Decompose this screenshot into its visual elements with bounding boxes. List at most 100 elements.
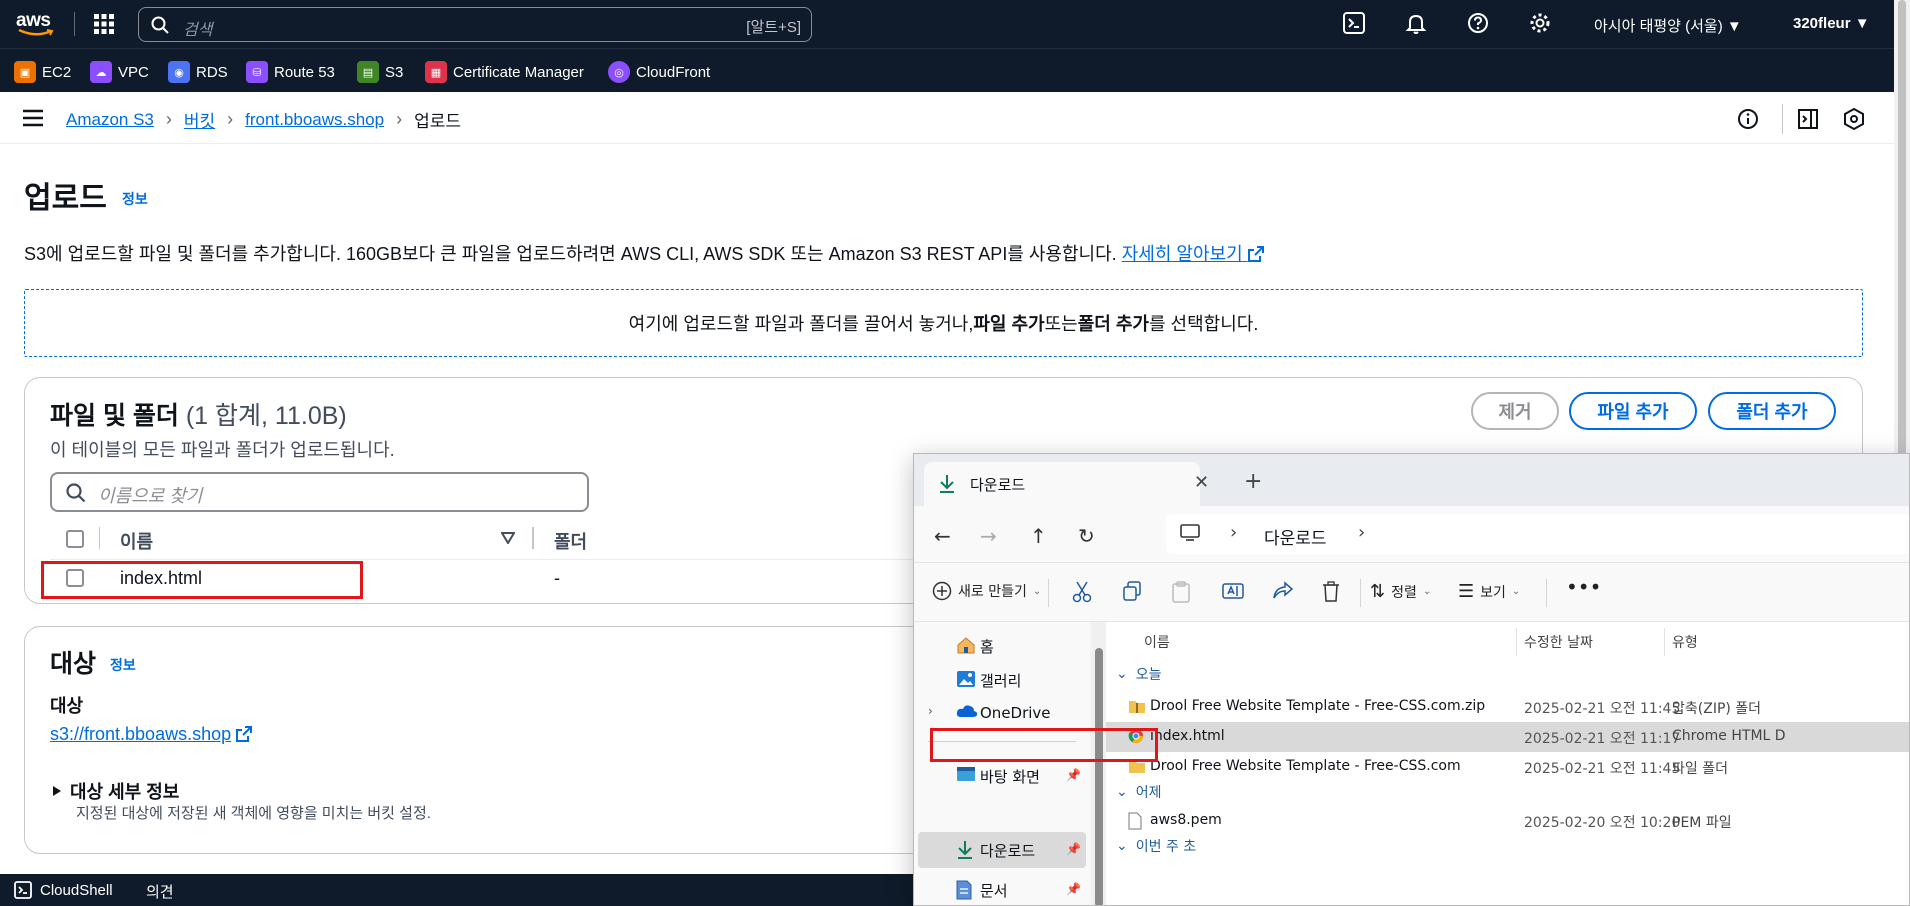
paste-icon[interactable]: [1172, 581, 1190, 603]
close-tab-icon[interactable]: ✕: [1194, 472, 1209, 493]
highlight-box: [930, 728, 1158, 762]
fav-certificate-manager[interactable]: ▦ Certificate Manager: [425, 61, 584, 83]
nav-scrollbar-thumb[interactable]: [1095, 648, 1103, 905]
file-row[interactable]: aws8.pem 2025-02-20 오전 10:20 PEM 파일: [1106, 806, 1909, 836]
cloudfront-icon: ◎: [608, 61, 630, 83]
fav-rds[interactable]: ◉ RDS: [168, 61, 228, 83]
remove-button[interactable]: 제거: [1471, 392, 1559, 430]
cut-icon[interactable]: [1072, 581, 1092, 603]
files-panel-subtitle: 이 테이블의 모든 파일과 폴더가 업로드됩니다.: [50, 440, 395, 460]
column-header-name[interactable]: 이름: [1144, 632, 1170, 652]
nav-item-onedrive[interactable]: › OneDrive: [914, 696, 1090, 732]
file-row[interactable]: Drool Free Website Template - Free-CSS.c…: [1106, 692, 1909, 722]
help-icon[interactable]: [1467, 12, 1491, 36]
rename-icon[interactable]: [1222, 581, 1244, 601]
destination-info-link[interactable]: 정보: [110, 655, 136, 675]
chevron-down-icon: ⌄: [1032, 585, 1042, 597]
explorer-command-bar: 새로 만들기 ⌄ ⇅ 정렬 ⌄ ☰ 보기 ⌄ •••: [914, 562, 1909, 622]
side-panel-icon[interactable]: [1797, 108, 1819, 130]
pin-icon[interactable]: 📌: [1066, 882, 1081, 896]
up-arrow-icon[interactable]: ↑: [1030, 524, 1047, 548]
sort-menu-button[interactable]: ⇅ 정렬 ⌄: [1370, 581, 1431, 602]
bell-icon[interactable]: [1405, 12, 1429, 36]
find-by-name-input[interactable]: 이름으로 찾기: [50, 472, 589, 512]
aws-logo[interactable]: aws: [16, 10, 56, 38]
onedrive-cloud-icon: [956, 704, 978, 718]
nav-item-desktop[interactable]: 바탕 화면 📌: [914, 758, 1090, 794]
destination-details-expander[interactable]: 대상 세부 정보: [52, 778, 179, 804]
learn-more-link[interactable]: 자세히 알아보기: [1122, 244, 1264, 264]
cloudshell-icon: [14, 881, 32, 899]
hamburger-menu-icon[interactable]: [22, 109, 44, 127]
trash-icon[interactable]: [1322, 581, 1340, 603]
file-row[interactable]: index.html 2025-02-21 오전 11:17 Chrome HTML…: [1106, 722, 1909, 752]
nav-item-home[interactable]: 홈: [914, 628, 1090, 664]
external-link-icon: [1247, 246, 1264, 262]
shield-settings-icon[interactable]: [1843, 108, 1865, 130]
breadcrumb-bucket[interactable]: front.bboaws.shop: [245, 110, 384, 130]
refresh-icon[interactable]: ↻: [1078, 524, 1095, 548]
nav-item-documents[interactable]: 문서 📌: [914, 872, 1090, 905]
search-icon: [66, 483, 86, 503]
destination-url[interactable]: s3://front.bboaws.shop: [50, 724, 231, 744]
gear-icon[interactable]: [1529, 12, 1553, 36]
info-circle-icon[interactable]: [1737, 108, 1759, 130]
explorer-tab-downloads[interactable]: 다운로드 ✕: [924, 462, 1209, 506]
forward-arrow-icon[interactable]: →: [980, 524, 997, 548]
command-divider: [1546, 579, 1547, 607]
new-menu-button[interactable]: 새로 만들기 ⌄: [932, 581, 1041, 601]
nav-pane-scrollbar[interactable]: [1092, 622, 1106, 905]
fav-ec2[interactable]: ▣ EC2: [14, 61, 71, 83]
vpc-icon: ☁: [90, 61, 112, 83]
column-header-date[interactable]: 수정한 날짜: [1524, 632, 1593, 652]
nav-item-gallery[interactable]: 갤러리: [914, 662, 1090, 698]
title-info-link[interactable]: 정보: [122, 189, 148, 209]
desktop-icon: [956, 766, 976, 782]
add-file-button[interactable]: 파일 추가: [1569, 392, 1697, 430]
group-header-yesterday[interactable]: ⌄ 어제: [1116, 782, 1162, 802]
services-grid-icon[interactable]: [94, 14, 114, 34]
breadcrumb-amazon-s3[interactable]: Amazon S3: [66, 110, 154, 130]
back-arrow-icon[interactable]: ←: [934, 524, 951, 548]
fav-route53[interactable]: ⛁ Route 53: [246, 61, 335, 83]
account-menu[interactable]: 320fleur ▼: [1793, 15, 1870, 32]
column-divider[interactable]: [1516, 628, 1517, 656]
column-divider[interactable]: [1664, 628, 1665, 656]
group-header-earlier-this-week[interactable]: ⌄ 이번 주 초: [1116, 836, 1196, 856]
select-all-checkbox[interactable]: [66, 530, 84, 548]
breadcrumb-buckets[interactable]: 버킷: [184, 107, 215, 132]
global-search-input[interactable]: 검색 [알트+S]: [138, 7, 812, 42]
explorer-tab-bar: 다운로드 ✕ +: [914, 454, 1909, 506]
add-folder-button[interactable]: 폴더 추가: [1708, 392, 1836, 430]
drop-zone[interactable]: 여기에 업로드할 파일과 폴더를 끌어서 놓거나, 파일 추가 또는 폴더 추가…: [24, 289, 1863, 357]
fav-vpc[interactable]: ☁ VPC: [90, 61, 149, 83]
pin-icon[interactable]: 📌: [1066, 768, 1081, 782]
new-tab-icon[interactable]: +: [1244, 469, 1262, 494]
group-header-today[interactable]: ⌄ 오늘: [1116, 664, 1162, 684]
cloudshell-icon[interactable]: [1343, 12, 1367, 36]
page-title: 업로드: [24, 182, 107, 215]
cloudshell-button[interactable]: CloudShell: [14, 881, 113, 899]
column-header-type[interactable]: 유형: [1672, 632, 1698, 652]
caret-right-icon: [52, 785, 62, 797]
copy-icon[interactable]: [1122, 581, 1142, 601]
column-divider[interactable]: [532, 527, 534, 549]
chevron-down-icon: ⌄: [1116, 784, 1128, 800]
destination-link[interactable]: s3://front.bboaws.shop: [50, 724, 253, 745]
fav-cloudfront[interactable]: ◎ CloudFront: [608, 61, 710, 83]
sort-descending-icon[interactable]: [501, 532, 515, 544]
column-header-name[interactable]: 이름: [120, 528, 153, 554]
explorer-tab-label: 다운로드: [970, 476, 1026, 494]
more-options-icon[interactable]: •••: [1566, 575, 1601, 599]
pin-icon[interactable]: 📌: [1066, 842, 1081, 856]
share-icon[interactable]: [1272, 581, 1294, 601]
view-menu-button[interactable]: ☰ 보기 ⌄: [1458, 581, 1520, 602]
files-count: (1 합계, 11.0B): [185, 402, 347, 430]
file-row[interactable]: Drool Free Website Template - Free-CSS.c…: [1106, 752, 1909, 782]
feedback-link[interactable]: 의견: [146, 881, 174, 902]
fav-s3[interactable]: ▤ S3: [357, 61, 403, 83]
nav-item-downloads[interactable]: 다운로드 📌: [914, 832, 1090, 868]
explorer-address-bar[interactable]: › 다운로드 ›: [1166, 514, 1909, 554]
region-selector[interactable]: 아시아 태평양 (서울) ▼: [1594, 15, 1742, 36]
column-header-folder[interactable]: 폴더: [554, 528, 587, 554]
